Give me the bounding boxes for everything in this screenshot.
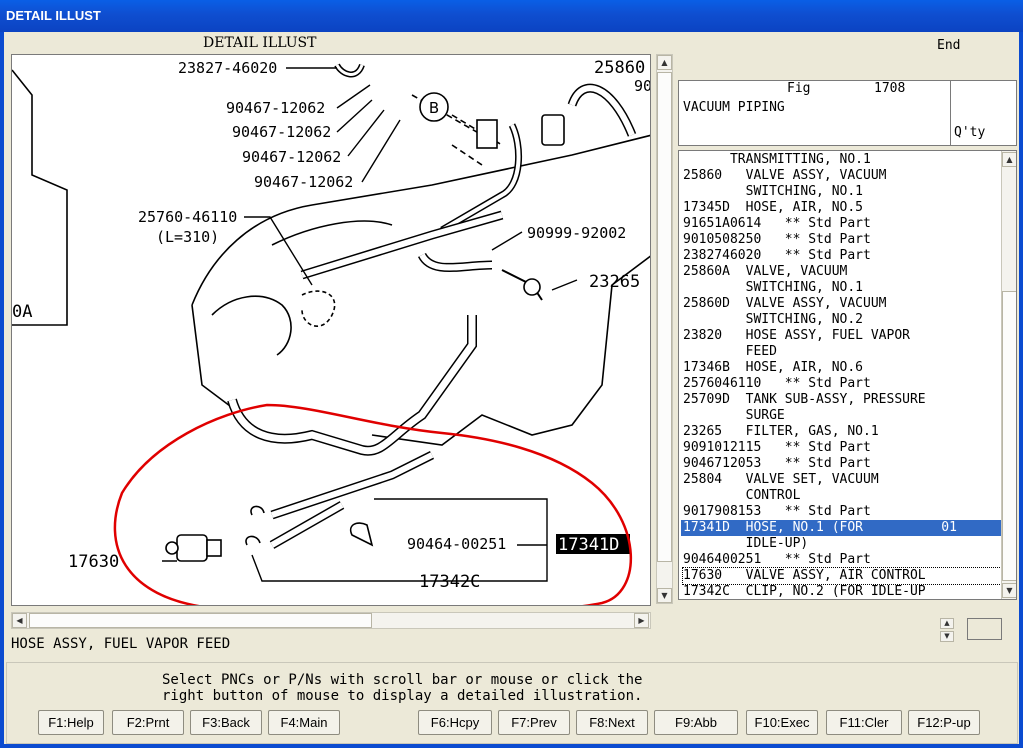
- illustration-vscroll-thumb[interactable]: [657, 72, 672, 562]
- parts-list-row[interactable]: CONTROL: [683, 488, 1001, 504]
- scroll-up-arrow-icon[interactable]: ▲: [657, 55, 672, 70]
- illustration-heading: DETAIL ILLUST: [203, 35, 317, 51]
- parts-list-row[interactable]: 2382746020 ** Std Part: [683, 248, 1001, 264]
- fig-title: VACUUM PIPING: [683, 100, 785, 115]
- message-line-1: Select PNCs or P/Ns with scroll bar or m…: [162, 672, 643, 688]
- parts-list-row[interactable]: 17342C CLIP, NO.2 (FOR IDLE-UP: [683, 584, 1001, 599]
- parts-list-row[interactable]: 91651A0614 ** Std Part: [683, 216, 1001, 232]
- list-scroll-up-icon[interactable]: ▲: [1002, 152, 1016, 167]
- illustration-hscroll-thumb[interactable]: [29, 613, 372, 628]
- parts-list-row[interactable]: 17630 VALVE ASSY, AIR CONTROL: [682, 567, 1002, 585]
- parts-list-row[interactable]: 9091012115 ** Std Part: [683, 440, 1001, 456]
- callout-17341d: 17341D: [558, 535, 619, 555]
- callout-0a: 0A: [12, 302, 32, 322]
- parts-list-row[interactable]: FEED: [683, 344, 1001, 360]
- parts-list-scroll-thumb[interactable]: [1002, 291, 1016, 581]
- f8-next-button[interactable]: F8:Next: [576, 710, 648, 735]
- scroll-down-arrow-icon[interactable]: ▼: [657, 588, 672, 603]
- parts-list-row[interactable]: SURGE: [683, 408, 1001, 424]
- qty-header: Q'ty: [954, 125, 986, 140]
- parts-list-row[interactable]: SWITCHING, NO.1: [683, 280, 1001, 296]
- scroll-left-arrow-icon[interactable]: ◀: [12, 613, 27, 628]
- parts-list-row[interactable]: 9010508250 ** Std Part: [683, 232, 1001, 248]
- parts-list-row[interactable]: 9046400251 ** Std Part: [683, 552, 1001, 568]
- parts-list-row[interactable]: SWITCHING, NO.2: [683, 312, 1001, 328]
- parts-list-row[interactable]: 2576046110 ** Std Part: [683, 376, 1001, 392]
- f10-exec-button[interactable]: F10:Exec: [746, 710, 818, 735]
- parts-list-row[interactable]: SWITCHING, NO.1: [683, 184, 1001, 200]
- callout-90467-a: 90467-12062: [226, 99, 325, 117]
- f2-print-button[interactable]: F2:Prnt: [112, 710, 184, 735]
- parts-list-row[interactable]: 17341D HOSE, NO.1 (FOR 01: [681, 520, 1001, 536]
- list-scroll-down-icon[interactable]: ▼: [1002, 583, 1016, 598]
- callout-17342c: 17342C: [419, 572, 480, 592]
- callout-25860: 25860: [594, 58, 645, 78]
- message-line-2: right button of mouse to display a detai…: [162, 688, 643, 704]
- parts-list-row[interactable]: 23265 FILTER, GAS, NO.1: [683, 424, 1001, 440]
- callout-17630: 17630: [68, 552, 119, 572]
- qty-divider: [950, 81, 951, 145]
- callout-90464: 90464-00251: [407, 535, 506, 553]
- parts-list-row[interactable]: 9017908153 ** Std Part: [683, 504, 1001, 520]
- end-label: End: [937, 38, 961, 53]
- callout-90467-c: 90467-12062: [242, 148, 341, 166]
- parts-list-row[interactable]: 25860 VALVE ASSY, VACUUM: [683, 168, 1001, 184]
- parts-list-row[interactable]: IDLE-UP): [683, 536, 1001, 552]
- callout-90467-d: 90467-12062: [254, 173, 353, 191]
- spin-down-icon[interactable]: ▼: [940, 631, 954, 642]
- fig-number: 1708: [874, 81, 906, 96]
- selected-part-status: HOSE ASSY, FUEL VAPOR FEED: [11, 636, 231, 652]
- callout-length: (L=310): [156, 228, 219, 246]
- figure-header: Fig 1708 VACUUM PIPING Q'ty: [678, 80, 1017, 146]
- quantity-spin-field[interactable]: [967, 618, 1002, 640]
- parts-list[interactable]: TRANSMITTING, NO.1 25860 VALVE ASSY, VACU…: [678, 150, 1017, 600]
- parts-list-row[interactable]: TRANSMITTING, NO.1: [683, 152, 1001, 168]
- window-title: DETAIL ILLUST: [0, 0, 1023, 32]
- detail-illustration[interactable]: B 23827-46020 90467-12062 90467-12062 90…: [11, 54, 651, 606]
- f4-main-button[interactable]: F4:Main: [268, 710, 340, 735]
- parts-list-row[interactable]: 17346B HOSE, AIR, NO.6: [683, 360, 1001, 376]
- fig-label: Fig: [787, 81, 811, 96]
- f12-pup-button[interactable]: F12:P-up: [908, 710, 980, 735]
- f11-cler-button[interactable]: F11:Cler: [826, 710, 902, 735]
- f3-back-button[interactable]: F3:Back: [190, 710, 262, 735]
- parts-list-row[interactable]: 23820 HOSE ASSY, FUEL VAPOR: [683, 328, 1001, 344]
- callout-25760: 25760-46110: [138, 208, 237, 226]
- f7-prev-button[interactable]: F7:Prev: [498, 710, 570, 735]
- callout-23265: 23265: [589, 272, 640, 292]
- parts-list-row[interactable]: 9046712053 ** Std Part: [683, 456, 1001, 472]
- parts-list-row[interactable]: 17345D HOSE, AIR, NO.5: [683, 200, 1001, 216]
- callout-90: 90: [634, 77, 651, 95]
- f1-help-button[interactable]: F1:Help: [38, 710, 104, 735]
- parts-list-row[interactable]: 25709D TANK SUB-ASSY, PRESSURE: [683, 392, 1001, 408]
- spin-up-icon[interactable]: ▲: [940, 618, 954, 629]
- parts-list-row[interactable]: 25804 VALVE SET, VACUUM: [683, 472, 1001, 488]
- circle-b-label: B: [429, 99, 439, 117]
- scroll-right-arrow-icon[interactable]: ▶: [634, 613, 649, 628]
- bracket-outline: [12, 69, 68, 326]
- f6-hcpy-button[interactable]: F6:Hcpy: [418, 710, 492, 735]
- callout-90999: 90999-92002: [527, 224, 626, 242]
- f9-abb-button[interactable]: F9:Abb: [654, 710, 738, 735]
- callout-23827: 23827-46020: [178, 59, 277, 77]
- parts-list-row[interactable]: 25860A VALVE, VACUUM: [683, 264, 1001, 280]
- callout-90467-b: 90467-12062: [232, 123, 331, 141]
- parts-list-row[interactable]: 25860D VALVE ASSY, VACUUM: [683, 296, 1001, 312]
